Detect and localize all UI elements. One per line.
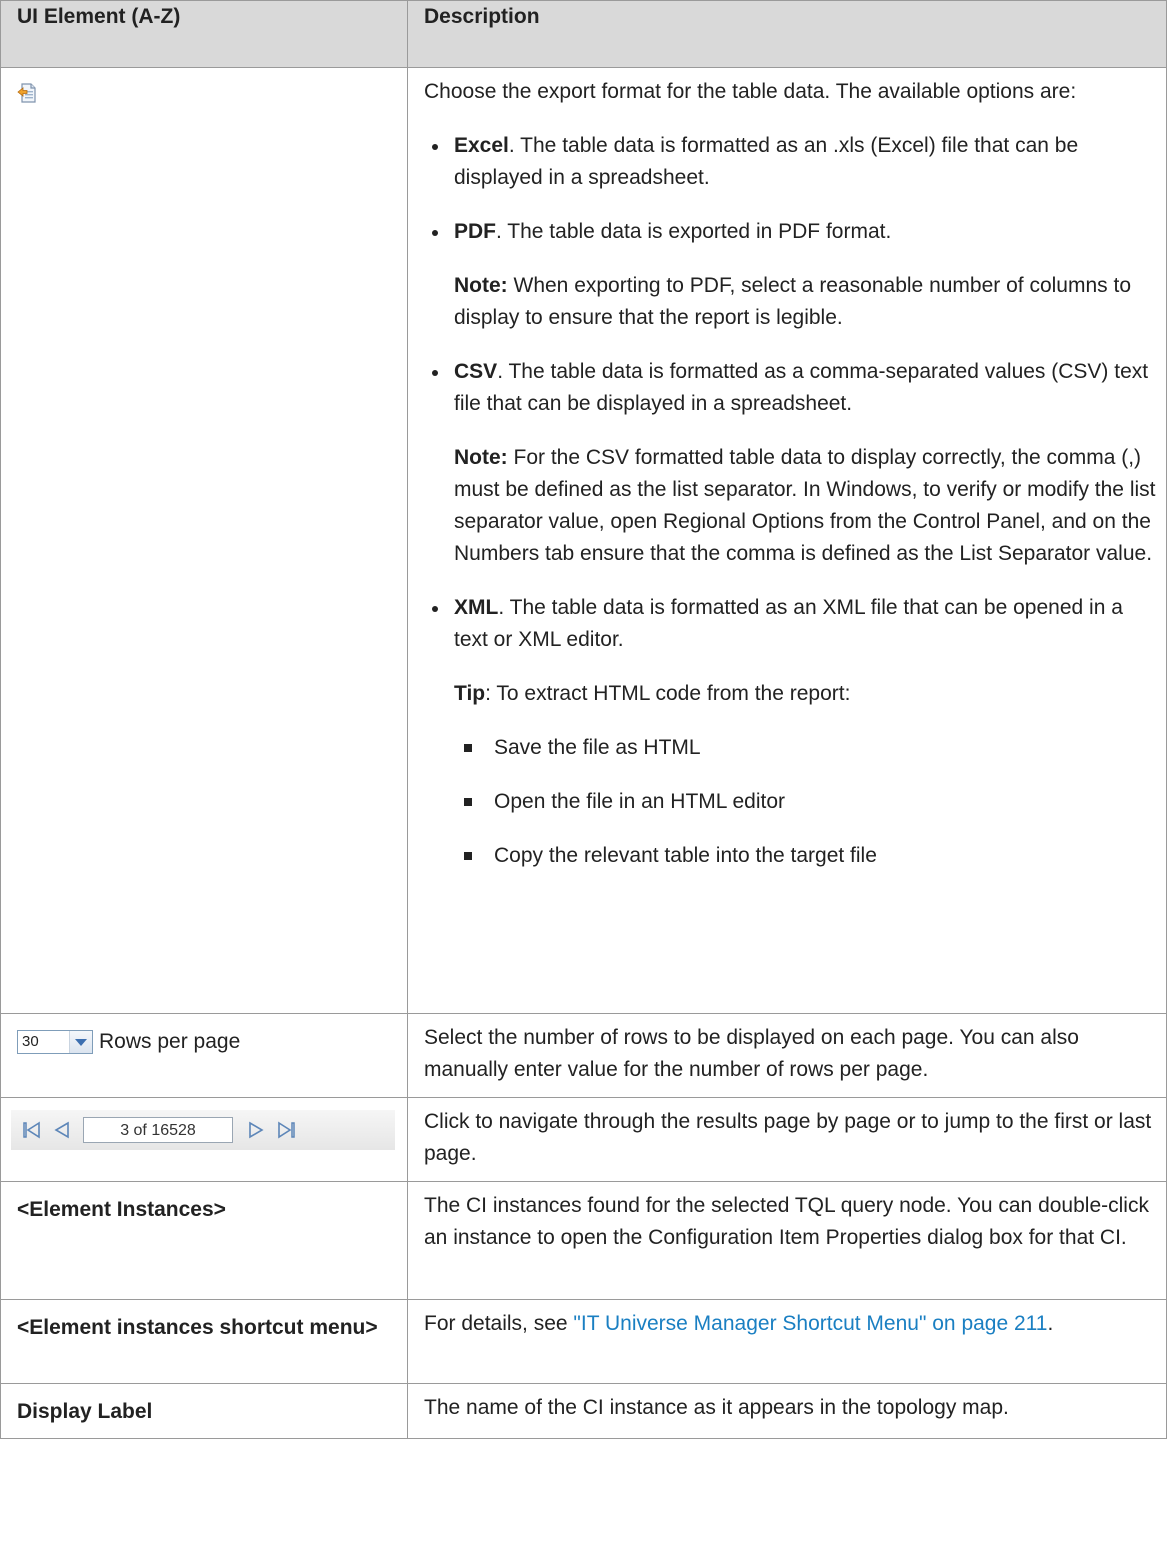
last-page-icon[interactable] <box>271 1115 301 1145</box>
note-text: When exporting to PDF, select a reasonab… <box>454 274 1131 329</box>
note-label: Note: <box>454 274 508 297</box>
option-text: . The table data is exported in PDF form… <box>496 220 892 243</box>
option-text: . The table data is formatted as an XML … <box>454 596 1123 651</box>
list-item: Open the file in an HTML editor <box>454 786 1156 818</box>
option-text: . The table data is formatted as a comma… <box>454 360 1149 415</box>
shortcut-menu-link[interactable]: "IT Universe Manager Shortcut Menu" on p… <box>573 1312 1047 1335</box>
list-item: XML. The table data is formatted as an X… <box>424 592 1156 872</box>
ui-elements-table: UI Element (A-Z) Description Choose the … <box>0 0 1167 1439</box>
pdf-note: Note: When exporting to PDF, select a re… <box>454 270 1156 334</box>
tip-label: Tip <box>454 682 486 705</box>
table-row: <Element instances shortcut menu> For de… <box>0 1299 1167 1384</box>
export-icon[interactable] <box>17 82 39 114</box>
description-cell: Choose the export format for the table d… <box>407 67 1167 1014</box>
column-header-ui-element: UI Element (A-Z) <box>0 0 408 68</box>
first-page-icon[interactable] <box>17 1115 47 1145</box>
tip-steps-list: Save the file as HTML Open the file in a… <box>454 732 1156 872</box>
list-item: Copy the relevant table into the target … <box>454 840 1156 872</box>
option-name: CSV <box>454 360 498 383</box>
list-item: PDF. The table data is exported in PDF f… <box>424 216 1156 334</box>
details-prefix: For details, see <box>424 1312 574 1335</box>
table-header-row: UI Element (A-Z) Description <box>0 0 1167 68</box>
export-options-list: Excel. The table data is formatted as an… <box>424 130 1156 872</box>
rows-per-page-value: 30 <box>22 1033 39 1050</box>
description-cell: The CI instances found for the selected … <box>407 1181 1167 1300</box>
table-row: 30 Rows per page Select the number of ro… <box>0 1013 1167 1098</box>
rows-per-page-label: Rows per page <box>99 1030 241 1053</box>
previous-page-icon[interactable] <box>47 1115 77 1145</box>
list-item: Save the file as HTML <box>454 732 1156 764</box>
note-label: Note: <box>454 446 508 469</box>
table-row: <Element Instances> The CI instances fou… <box>0 1181 1167 1300</box>
export-intro: Choose the export format for the table d… <box>424 80 1077 103</box>
xml-tip: Tip: To extract HTML code from the repor… <box>454 678 1156 710</box>
next-page-icon[interactable] <box>241 1115 271 1145</box>
chevron-down-icon[interactable] <box>69 1031 92 1053</box>
ui-element-cell: 30 Rows per page <box>0 1013 408 1098</box>
list-item: CSV. The table data is formatted as a co… <box>424 356 1156 570</box>
description-cell: Click to navigate through the results pa… <box>407 1097 1167 1182</box>
column-header-description: Description <box>407 0 1167 68</box>
ui-element-cell: <Element instances shortcut menu> <box>0 1299 408 1384</box>
ui-element-cell: <Element Instances> <box>0 1181 408 1300</box>
csv-note: Note: For the CSV formatted table data t… <box>454 442 1156 570</box>
table-row: 3 of 16528 Click to navigate through the… <box>0 1097 1167 1182</box>
rows-per-page-select[interactable]: 30 <box>17 1030 93 1054</box>
table-row: Choose the export format for the table d… <box>0 67 1167 1014</box>
ui-element-cell <box>0 67 408 1014</box>
pagination-toolbar: 3 of 16528 <box>11 1110 395 1150</box>
option-name: Excel <box>454 134 509 157</box>
page-number-field[interactable]: 3 of 16528 <box>83 1117 233 1143</box>
tip-text: : To extract HTML code from the report: <box>485 682 851 705</box>
ui-element-cell: 3 of 16528 <box>0 1097 408 1182</box>
rows-per-page-control: 30 Rows per page <box>17 1026 397 1058</box>
option-name: XML <box>454 596 499 619</box>
option-text: . The table data is formatted as an .xls… <box>454 134 1079 189</box>
option-name: PDF <box>454 220 496 243</box>
description-cell: Select the number of rows to be displaye… <box>407 1013 1167 1098</box>
description-cell: For details, see "IT Universe Manager Sh… <box>407 1299 1167 1384</box>
details-suffix: . <box>1047 1312 1054 1335</box>
ui-element-cell: Display Label <box>0 1383 408 1439</box>
list-item: Excel. The table data is formatted as an… <box>424 130 1156 194</box>
description-cell: The name of the CI instance as it appear… <box>407 1383 1167 1439</box>
note-text: For the CSV formatted table data to disp… <box>454 446 1156 565</box>
table-row: Display Label The name of the CI instanc… <box>0 1383 1167 1439</box>
